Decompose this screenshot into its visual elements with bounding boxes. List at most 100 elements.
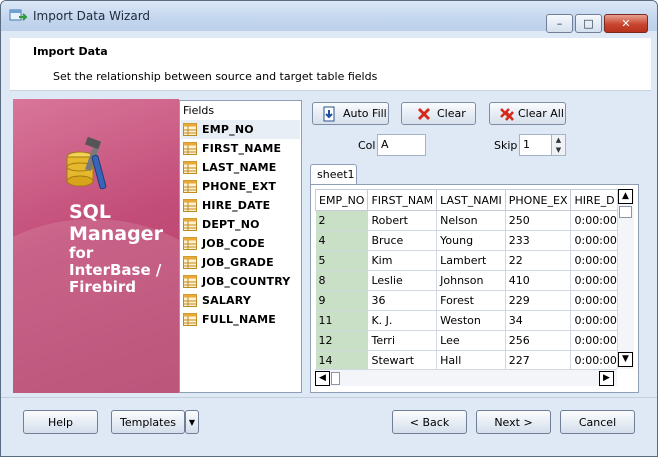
table-cell[interactable]: 22	[505, 250, 572, 271]
table-cell[interactable]: 14	[315, 350, 369, 369]
column-header[interactable]: LAST_NAMI	[436, 189, 506, 211]
field-item[interactable]: FIRST_NAME	[181, 139, 300, 158]
page-subtitle: Set the relationship between source and …	[53, 70, 378, 83]
column-header[interactable]: EMP_NO	[315, 189, 369, 211]
table-cell[interactable]: 5	[315, 250, 369, 271]
spin-up-icon[interactable]: ▲	[552, 135, 565, 145]
table-cell[interactable]: 256	[505, 330, 572, 351]
maximize-button[interactable]: □	[575, 14, 602, 33]
table-cell[interactable]: 2	[315, 210, 369, 231]
minimize-button[interactable]: –	[546, 14, 573, 33]
column-header[interactable]: HIRE_D	[570, 189, 617, 211]
field-label: DEPT_NO	[202, 218, 260, 231]
table-cell[interactable]: Nelson	[436, 210, 506, 231]
field-item[interactable]: EMP_NO	[181, 120, 300, 139]
table-cell[interactable]: 233	[505, 230, 572, 251]
table-cell[interactable]: Bruce	[367, 230, 438, 251]
table-cell[interactable]: Hall	[436, 350, 506, 369]
table-cell[interactable]: 0:00:00	[570, 270, 617, 291]
table-cell[interactable]: 227	[505, 350, 572, 369]
tab-sheet1[interactable]: sheet1	[310, 164, 357, 185]
skip-input[interactable]: 1	[519, 134, 552, 156]
table-cell[interactable]: Young	[436, 230, 506, 251]
table-cell[interactable]: 0:00:00	[570, 350, 617, 369]
horizontal-scrollbar[interactable]: ◀ ▶	[315, 369, 617, 386]
table-row: 8 Leslie Johnson 410 0:00:00	[315, 270, 617, 291]
field-item[interactable]: JOB_COUNTRY	[181, 272, 300, 291]
table-cell[interactable]: 36	[367, 290, 438, 311]
auto-fill-button[interactable]: Auto Fill	[312, 102, 389, 125]
footer-divider	[1, 397, 657, 398]
column-header[interactable]: PHONE_EX	[504, 189, 572, 211]
table-cell[interactable]: 9	[315, 290, 369, 311]
scroll-up-icon[interactable]: ▲	[618, 189, 633, 204]
table-cell[interactable]: Robert	[367, 210, 438, 231]
vertical-scrollbar[interactable]: ▲ ▼	[617, 189, 634, 369]
skip-spinner[interactable]: ▲ ▼	[551, 134, 566, 156]
table-field-icon	[183, 294, 197, 307]
field-item[interactable]: DEPT_NO	[181, 215, 300, 234]
scroll-left-icon[interactable]: ◀	[315, 371, 330, 386]
window-title: Import Data Wizard	[33, 9, 151, 23]
scroll-down-icon[interactable]: ▼	[618, 352, 633, 367]
table-cell[interactable]: Weston	[436, 310, 506, 331]
vertical-scroll-thumb[interactable]	[619, 206, 632, 218]
table-cell[interactable]: 12	[315, 330, 369, 351]
field-item[interactable]: JOB_GRADE	[181, 253, 300, 272]
field-item[interactable]: HIRE_DATE	[181, 196, 300, 215]
table-cell[interactable]: Lee	[436, 330, 506, 351]
table-field-icon	[183, 218, 197, 231]
spin-down-icon[interactable]: ▼	[552, 145, 565, 155]
col-input[interactable]: A	[377, 134, 426, 156]
table-cell[interactable]: Forest	[436, 290, 506, 311]
close-button[interactable]: ✕	[604, 14, 648, 33]
back-button[interactable]: < Back	[392, 410, 467, 434]
table-cell[interactable]: 0:00:00	[570, 210, 617, 231]
column-header[interactable]: FIRST_NAM	[367, 189, 438, 211]
table-cell[interactable]: 0:00:00	[570, 250, 617, 271]
table-cell[interactable]: 0:00:00	[570, 330, 617, 351]
table-cell[interactable]: 4	[315, 230, 369, 251]
scroll-right-icon[interactable]: ▶	[599, 371, 614, 386]
table-row: 14 Stewart Hall 227 0:00:00	[315, 350, 617, 369]
field-label: JOB_GRADE	[202, 256, 274, 269]
table-cell[interactable]: Stewart	[367, 350, 438, 369]
table-cell[interactable]: 410	[505, 270, 572, 291]
field-item[interactable]: FULL_NAME	[181, 310, 300, 329]
import-wizard-window: Import Data Wizard – □ ✕ Import Data Set…	[0, 0, 658, 457]
table-field-icon	[183, 199, 197, 212]
field-item[interactable]: SALARY	[181, 291, 300, 310]
next-button[interactable]: Next >	[476, 410, 551, 434]
table-cell[interactable]: 34	[505, 310, 572, 331]
field-label: JOB_COUNTRY	[202, 275, 291, 288]
page-title: Import Data	[33, 45, 108, 58]
clear-all-button[interactable]: Clear All	[489, 102, 566, 125]
templates-button[interactable]: Templates	[111, 410, 185, 434]
field-label: EMP_NO	[202, 123, 254, 136]
fields-list: Fields EMP_NO FIRST_NAME LAST_NAME PHONE_EX…	[179, 100, 302, 393]
table-cell[interactable]: 0:00:00	[570, 230, 617, 251]
table-cell[interactable]: 8	[315, 270, 369, 291]
table-cell[interactable]: 0:00:00	[570, 290, 617, 311]
horizontal-scroll-thumb[interactable]	[331, 372, 340, 385]
table-cell[interactable]: Johnson	[436, 270, 506, 291]
clear-button[interactable]: Clear	[401, 102, 476, 125]
field-label: FIRST_NAME	[202, 142, 282, 155]
field-item[interactable]: LAST_NAME	[181, 158, 300, 177]
table-cell[interactable]: 229	[505, 290, 572, 311]
table-cell[interactable]: 11	[315, 310, 369, 331]
table-cell[interactable]: K. J.	[367, 310, 438, 331]
table-field-icon	[183, 161, 197, 174]
field-item[interactable]: PHONE_EXT	[181, 177, 300, 196]
templates-dropdown[interactable]: ▼	[185, 410, 199, 434]
field-item[interactable]: JOB_CODE	[181, 234, 300, 253]
cancel-button[interactable]: Cancel	[560, 410, 635, 434]
table-cell[interactable]: Terri	[367, 330, 438, 351]
table-cell[interactable]: 0:00:00	[570, 310, 617, 331]
table-cell[interactable]: Kim	[367, 250, 438, 271]
field-label: JOB_CODE	[202, 237, 265, 250]
table-cell[interactable]: Leslie	[367, 270, 438, 291]
table-cell[interactable]: 250	[505, 210, 572, 231]
table-cell[interactable]: Lambert	[436, 250, 506, 271]
help-button[interactable]: Help	[23, 410, 98, 434]
